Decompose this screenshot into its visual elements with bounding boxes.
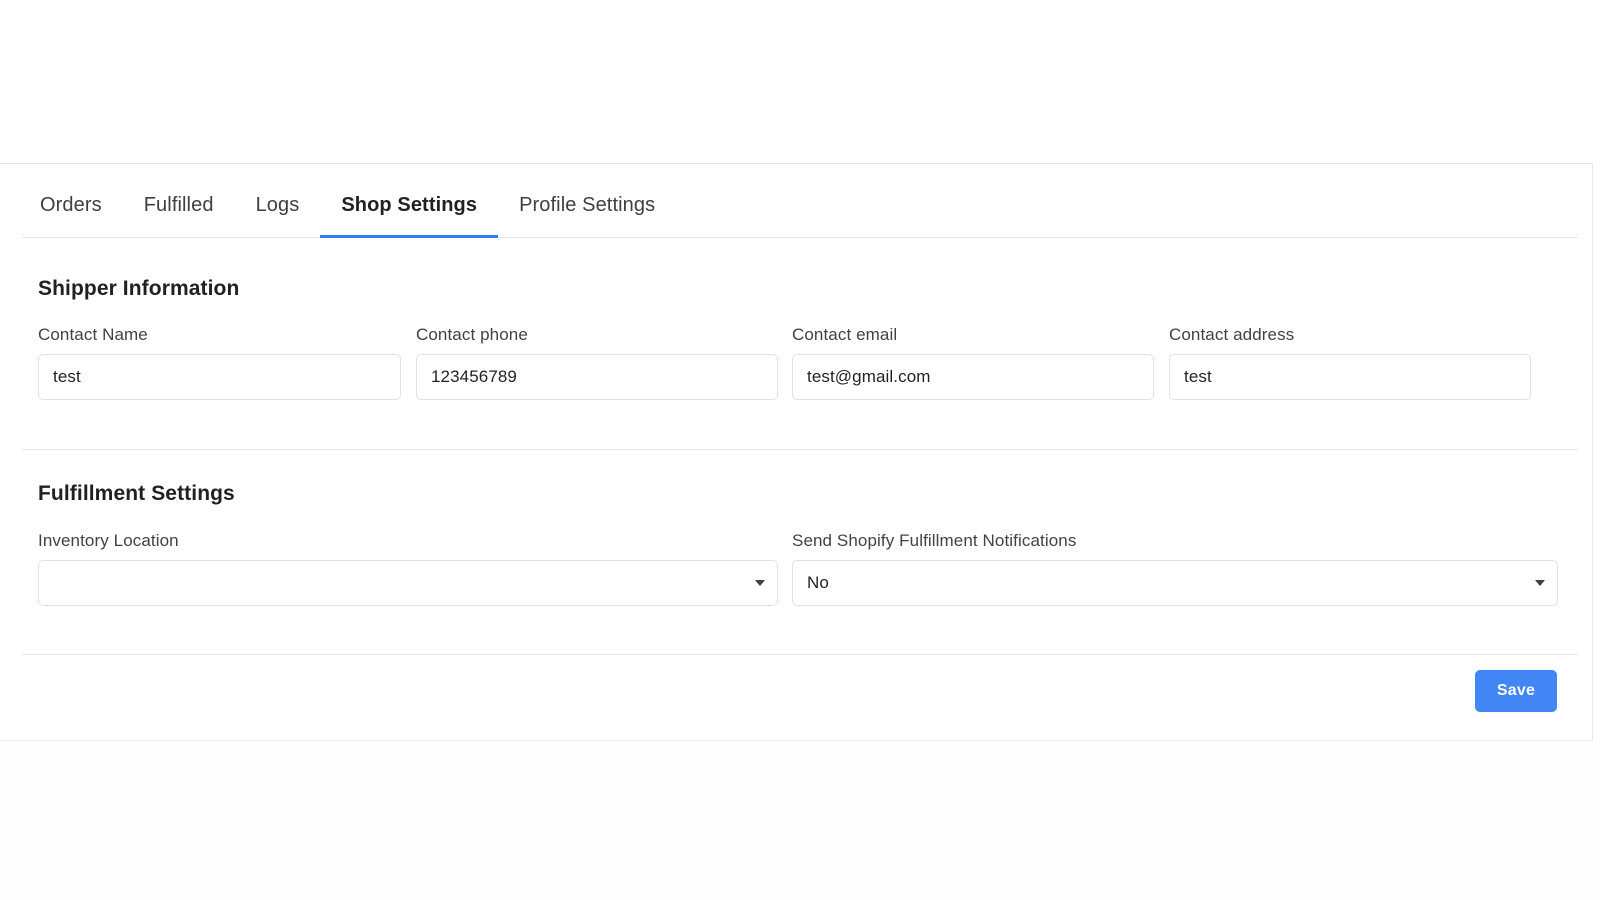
- contact-email-value: test@gmail.com: [807, 367, 931, 387]
- tab-logs[interactable]: Logs: [235, 173, 321, 237]
- tab-profile-settings[interactable]: Profile Settings: [498, 173, 676, 237]
- page-bottom-blank-area: [0, 741, 1600, 900]
- settings-card: Orders Fulfilled Logs Shop Settings Prof…: [0, 163, 1593, 741]
- chevron-down-icon: [755, 580, 765, 586]
- contact-phone-value: 123456789: [431, 367, 517, 387]
- chevron-down-icon: [1535, 580, 1545, 586]
- shipper-information-heading: Shipper Information: [38, 277, 239, 301]
- field-inventory-location: Inventory Location: [38, 531, 778, 606]
- tab-shop-settings-label: Shop Settings: [341, 194, 477, 217]
- inventory-location-label: Inventory Location: [38, 531, 778, 551]
- contact-email-input[interactable]: test@gmail.com: [792, 354, 1154, 400]
- save-button[interactable]: Save: [1475, 670, 1557, 712]
- shop-settings-page: Orders Fulfilled Logs Shop Settings Prof…: [0, 0, 1600, 900]
- field-shopify-notifications: Send Shopify Fulfillment Notifications N…: [792, 531, 1558, 606]
- contact-name-input[interactable]: test: [38, 354, 401, 400]
- field-contact-name: Contact Name test: [38, 325, 401, 400]
- fulfillment-settings-heading: Fulfillment Settings: [38, 482, 235, 506]
- tab-shop-settings[interactable]: Shop Settings: [320, 173, 498, 237]
- shopify-notifications-value: No: [807, 573, 829, 593]
- tab-profile-settings-label: Profile Settings: [519, 194, 655, 217]
- tab-orders-label: Orders: [40, 194, 102, 217]
- page-top-blank-area: [0, 0, 1600, 163]
- field-contact-phone: Contact phone 123456789: [416, 325, 778, 400]
- contact-phone-input[interactable]: 123456789: [416, 354, 778, 400]
- tab-fulfilled[interactable]: Fulfilled: [123, 173, 235, 237]
- contact-address-label: Contact address: [1169, 325, 1531, 345]
- tab-fulfilled-label: Fulfilled: [144, 194, 214, 217]
- field-contact-address: Contact address test: [1169, 325, 1531, 400]
- inventory-location-select[interactable]: [38, 560, 778, 606]
- shopify-notifications-select[interactable]: No: [792, 560, 1558, 606]
- contact-email-label: Contact email: [792, 325, 1154, 345]
- contact-phone-label: Contact phone: [416, 325, 778, 345]
- form-footer: Save: [22, 655, 1578, 741]
- contact-address-value: test: [1184, 367, 1212, 387]
- contact-address-input[interactable]: test: [1169, 354, 1531, 400]
- tab-orders[interactable]: Orders: [22, 173, 123, 237]
- shopify-notifications-label: Send Shopify Fulfillment Notifications: [792, 531, 1558, 551]
- settings-tabbar: Orders Fulfilled Logs Shop Settings Prof…: [22, 173, 1578, 238]
- section-divider-1: [22, 449, 1578, 450]
- field-contact-email: Contact email test@gmail.com: [792, 325, 1154, 400]
- contact-name-label: Contact Name: [38, 325, 401, 345]
- tab-logs-label: Logs: [256, 194, 300, 217]
- contact-name-value: test: [53, 367, 81, 387]
